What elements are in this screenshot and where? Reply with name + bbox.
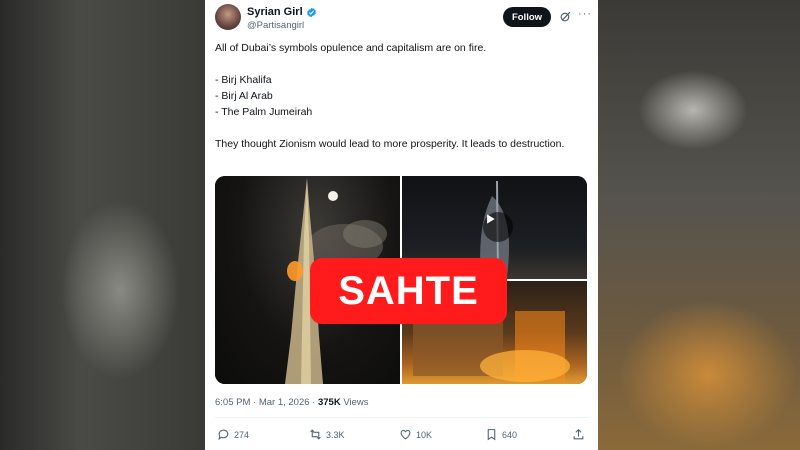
post-text-line: They thought Zionism would lead to more … <box>215 138 565 150</box>
author-name[interactable]: Syrian Girl <box>247 6 303 18</box>
post-media[interactable]: SAHTE <box>215 176 587 384</box>
divider <box>215 417 588 418</box>
post-text-line: All of Dubai’s symbols opulence and capi… <box>215 42 487 54</box>
follow-button[interactable]: Follow <box>503 7 551 27</box>
post-list-item: - Birj Khalifa <box>215 74 272 86</box>
verified-icon <box>306 7 316 17</box>
post-header: Syrian Girl @Partisangirl Follow ··· <box>215 4 592 34</box>
post-timestamp[interactable]: 6:05 PM · Mar 1, 2026 · <box>215 397 318 408</box>
views-label: Views <box>340 397 369 408</box>
like-button[interactable]: 10K <box>399 428 432 441</box>
fact-check-stamp: SAHTE <box>310 258 507 324</box>
post-meta: 6:05 PM · Mar 1, 2026 · 375K Views <box>215 397 369 408</box>
like-icon <box>400 429 411 440</box>
play-button[interactable] <box>483 212 513 242</box>
background-left <box>0 0 205 450</box>
play-icon <box>487 214 495 224</box>
post-list-item: - Birj Al Arab <box>215 90 273 102</box>
bookmark-button[interactable]: 640 <box>485 428 517 441</box>
avatar[interactable] <box>215 4 241 30</box>
repost-button[interactable]: 3.3K <box>309 428 345 441</box>
repost-count: 3.3K <box>326 429 345 440</box>
stamp-label: SAHTE <box>338 268 479 313</box>
views-count: 375K <box>317 397 341 408</box>
reply-button[interactable]: 274 <box>217 428 249 441</box>
post-card: Syrian Girl @Partisangirl Follow ··· All… <box>205 0 598 450</box>
action-bar: 274 3.3K 10K 640 <box>217 428 589 444</box>
grok-icon[interactable] <box>559 10 572 23</box>
share-icon <box>573 428 584 440</box>
author-row: Syrian Girl <box>247 6 317 18</box>
bookmark-count: 640 <box>502 429 518 440</box>
like-count: 10K <box>416 429 433 440</box>
background-right <box>598 0 800 450</box>
reply-count: 274 <box>234 429 250 440</box>
author-handle[interactable]: @Partisangirl <box>247 20 304 31</box>
bookmark-icon <box>487 429 496 441</box>
reply-icon <box>218 429 229 441</box>
repost-icon <box>310 429 321 440</box>
more-icon[interactable]: ··· <box>578 8 592 20</box>
post-list-item: - The Palm Jumeirah <box>215 106 313 118</box>
share-button[interactable] <box>572 428 585 441</box>
post-text: All of Dubai’s symbols opulence and capi… <box>215 40 585 152</box>
